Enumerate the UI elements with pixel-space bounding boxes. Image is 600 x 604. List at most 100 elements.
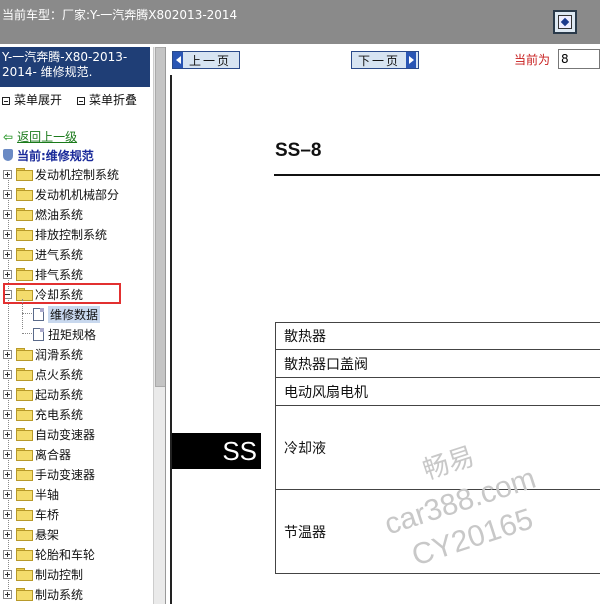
expand-icon — [3, 369, 12, 379]
tree-item-label: 润滑系统 — [35, 347, 84, 362]
square-icon — [77, 96, 85, 105]
expand-icon — [3, 549, 12, 559]
tree-item-label: 进气系统 — [35, 247, 84, 262]
tree-item-repair-data[interactable]: 维修数据 — [33, 305, 101, 323]
page-code: SS–8 — [275, 140, 322, 161]
tree-item-label: 发动机控制系统 — [35, 167, 120, 182]
tree-item-label: 起动系统 — [35, 387, 84, 402]
tree-item-label: 制动系统 — [35, 587, 84, 602]
tree-item[interactable]: 燃油系统 — [3, 205, 83, 223]
sidebar-scrollbar[interactable] — [153, 47, 165, 604]
expand-menu-label: 菜单展开 — [14, 93, 63, 107]
next-page-label: 下一页 — [358, 53, 401, 68]
vehicle-label: 当前车型： — [2, 8, 63, 22]
menu-controls: 菜单展开 菜单折叠 — [0, 91, 150, 107]
tree-item-label: 悬架 — [35, 527, 60, 542]
tree-item[interactable]: 悬架 — [3, 525, 59, 543]
tree-item[interactable]: 排气系统 — [3, 265, 83, 283]
sidebar: Y-一汽奔腾-X80-2013-2014- 维修规范. 菜单展开 菜单折叠 ⇦ 返… — [0, 47, 166, 604]
tree-item-torque-spec[interactable]: 扭矩规格 — [33, 325, 96, 343]
folder-icon — [16, 208, 33, 221]
expand-icon — [3, 229, 12, 239]
tree-item[interactable]: 制动系统 — [3, 585, 83, 603]
folder-icon — [16, 448, 33, 461]
tree-item[interactable]: 点火系统 — [3, 365, 83, 383]
folder-icon — [16, 588, 33, 601]
expand-icon — [3, 489, 12, 499]
document-border — [170, 75, 172, 604]
title-bar: 当前车型：厂家:Y-一汽奔腾X802013-2014 — [0, 0, 600, 44]
folder-icon — [16, 168, 33, 181]
right-arrow-icon — [406, 52, 417, 68]
tree-item[interactable]: 车桥 — [3, 505, 59, 523]
collapse-menu-button[interactable]: 菜单折叠 — [77, 91, 137, 108]
next-page-button[interactable]: 下一页 — [351, 51, 419, 69]
tree-item-label: 半轴 — [35, 487, 60, 502]
tree-item[interactable]: 手动变速器 — [3, 465, 95, 483]
square-icon — [2, 96, 10, 105]
subtree-guide — [22, 333, 32, 334]
toggle-icon — [558, 15, 572, 29]
tree-item-label: 维修数据 — [48, 305, 101, 323]
page-number-input[interactable] — [558, 49, 600, 69]
expand-icon — [3, 589, 12, 599]
current-page-label: 当前为 — [514, 53, 551, 67]
folder-icon — [16, 228, 33, 241]
folder-icon — [16, 508, 33, 521]
back-arrow-icon: ⇦ — [3, 130, 14, 144]
header-rule — [274, 174, 600, 176]
tree-item[interactable]: 发动机控制系统 — [3, 165, 119, 183]
tree-item[interactable]: 排放控制系统 — [3, 225, 107, 243]
window-toggle-button[interactable] — [553, 10, 577, 34]
tree-item-label: 轮胎和车轮 — [35, 547, 96, 562]
tree-item[interactable]: 制动控制 — [3, 565, 83, 583]
tree-item[interactable]: 发动机机械部分 — [3, 185, 119, 203]
current-label: 当前:维修规范 — [17, 149, 94, 163]
vehicle-info: 当前车型：厂家:Y-一汽奔腾X802013-2014 — [2, 6, 237, 23]
table-cell: 散热器 — [284, 329, 326, 345]
tree-item-label: 自动变速器 — [35, 427, 96, 442]
tree-item[interactable]: 离合器 — [3, 445, 71, 463]
expand-icon — [3, 269, 12, 279]
back-label: 返回上一级 — [17, 130, 78, 144]
folder-icon — [16, 188, 33, 201]
prev-page-button[interactable]: 上一页 — [172, 51, 240, 69]
expand-icon — [3, 349, 12, 359]
table-row: 散热器 — [276, 323, 600, 350]
expand-menu-button[interactable]: 菜单展开 — [2, 91, 62, 108]
expand-icon — [3, 189, 12, 199]
folder-icon — [16, 408, 33, 421]
folder-icon — [16, 368, 33, 381]
prev-page-label: 上一页 — [189, 53, 232, 68]
tree-item[interactable]: 半轴 — [3, 485, 59, 503]
document-icon — [33, 307, 44, 321]
tree-item[interactable]: 起动系统 — [3, 385, 83, 403]
tree-item-label: 点火系统 — [35, 367, 84, 382]
scrollbar-thumb[interactable] — [155, 47, 165, 387]
tree-item-label: 发动机机械部分 — [35, 187, 120, 202]
collapse-menu-label: 菜单折叠 — [89, 93, 138, 107]
section-tab: SS — [172, 433, 261, 469]
tree-item-label: 离合器 — [35, 447, 72, 462]
page-nav: 上一页 下一页 当前为 — [170, 47, 600, 75]
folder-icon — [16, 248, 33, 261]
tree-item-label: 车桥 — [35, 507, 60, 522]
tree-item[interactable]: 充电系统 — [3, 405, 83, 423]
folder-icon — [16, 428, 33, 441]
manual-title: Y-一汽奔腾-X80-2013-2014- 维修规范. — [0, 47, 150, 87]
subtree-guide — [22, 313, 32, 314]
table-cell: 散热器口盖阀 — [284, 356, 368, 373]
tree-item[interactable]: 进气系统 — [3, 245, 83, 263]
back-link[interactable]: ⇦ 返回上一级 — [3, 128, 77, 145]
expand-icon — [3, 389, 12, 399]
table-row: 电动风扇电机 — [276, 378, 600, 406]
table-cell: 电动风扇电机 — [284, 384, 368, 401]
tree-item[interactable]: 轮胎和车轮 — [3, 545, 95, 563]
expand-icon — [3, 409, 12, 419]
tree-item-label: 扭矩规格 — [48, 327, 97, 342]
tree-item-label: 排气系统 — [35, 267, 84, 282]
folder-icon — [16, 548, 33, 561]
tree-item[interactable]: 润滑系统 — [3, 345, 83, 363]
current-node: 当前:维修规范 — [3, 147, 94, 164]
tree-item[interactable]: 自动变速器 — [3, 425, 95, 443]
